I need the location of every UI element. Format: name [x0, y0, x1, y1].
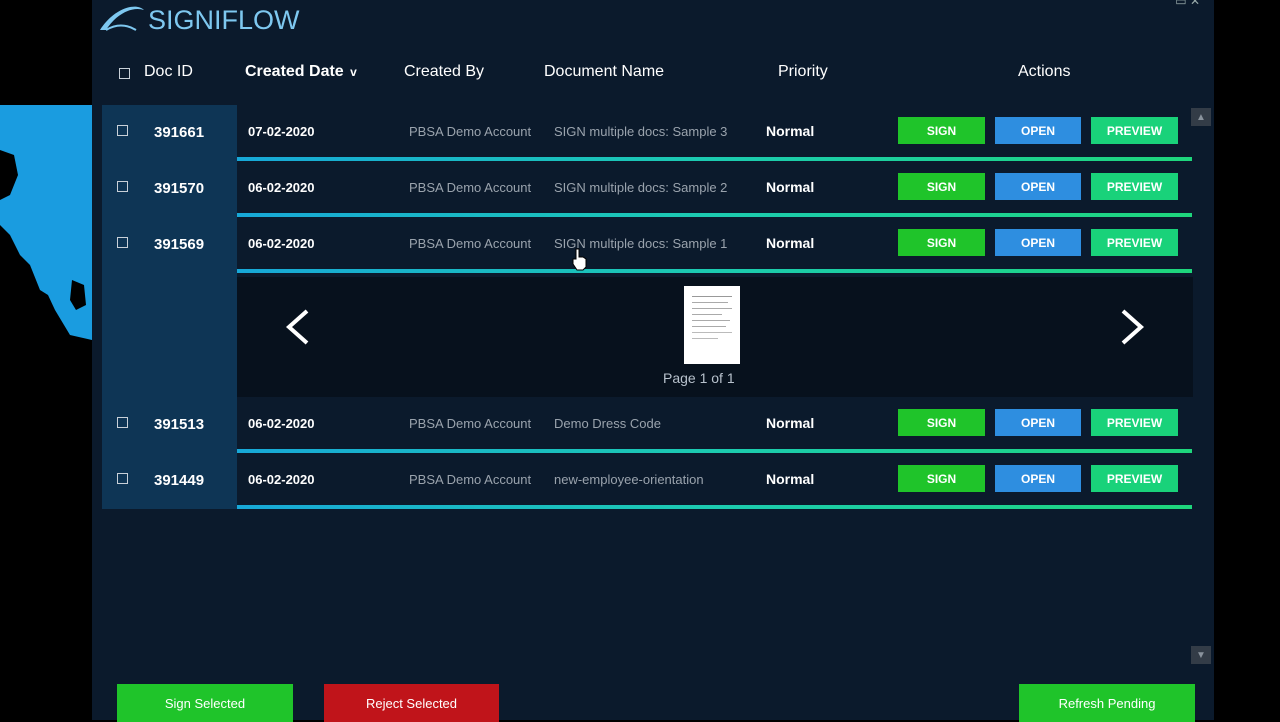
priority: Normal [766, 235, 815, 251]
preview-button[interactable]: PREVIEW [1091, 117, 1178, 144]
page-counter: Page 1 of 1 [663, 370, 735, 386]
row-checkbox[interactable] [117, 181, 128, 192]
created-by: PBSA Demo Account [409, 180, 532, 195]
preview-button[interactable]: PREVIEW [1091, 229, 1178, 256]
logo-text: SIGNIFLOW [148, 4, 300, 35]
open-button[interactable]: OPEN [995, 117, 1081, 144]
created-date: 06-02-2020 [248, 416, 315, 431]
row-separator [237, 505, 1192, 509]
document-name[interactable]: SIGN multiple docs: Sample 2 [554, 180, 727, 195]
header-created-date[interactable]: Created Date v [245, 63, 357, 81]
open-button[interactable]: OPEN [995, 465, 1081, 492]
doc-id: 391661 [154, 124, 205, 141]
chevron-right-icon[interactable] [1111, 307, 1151, 347]
created-date: 07-02-2020 [248, 124, 315, 139]
document-page-image [692, 296, 732, 339]
header-actions: Actions [1018, 63, 1071, 80]
preview-button[interactable]: PREVIEW [1091, 173, 1178, 200]
header-created-by[interactable]: Created By [404, 63, 484, 81]
open-button[interactable]: OPEN [995, 173, 1081, 200]
table-row[interactable]: 391570 06-02-2020 PBSA Demo Account SIGN… [102, 161, 1193, 217]
header-document-name[interactable]: Document Name [544, 63, 664, 81]
created-by: PBSA Demo Account [409, 236, 532, 251]
reject-selected-button[interactable]: Reject Selected [324, 684, 499, 722]
doc-id: 391449 [154, 472, 205, 489]
scroll-up-icon[interactable]: ▲ [1191, 108, 1211, 126]
table-row[interactable]: 391661 07-02-2020 PBSA Demo Account SIGN… [102, 105, 1193, 161]
sign-button[interactable]: SIGN [898, 409, 985, 436]
priority: Normal [766, 123, 815, 139]
scroll-down-icon[interactable]: ▼ [1191, 646, 1211, 664]
sign-selected-button[interactable]: Sign Selected [117, 684, 293, 722]
row-checkbox[interactable] [117, 417, 128, 428]
window-controls[interactable]: ▭ ✕ [1175, 0, 1200, 8]
priority: Normal [766, 179, 815, 195]
doc-id: 391570 [154, 180, 205, 197]
sign-button[interactable]: SIGN [898, 465, 985, 492]
preview-button[interactable]: PREVIEW [1091, 465, 1178, 492]
sign-button[interactable]: SIGN [898, 229, 985, 256]
table-header: Doc ID Created Date v Created By Documen… [102, 55, 1192, 91]
sign-button[interactable]: SIGN [898, 173, 985, 200]
row-checkbox[interactable] [117, 473, 128, 484]
doc-id: 391569 [154, 236, 205, 253]
cursor-icon [572, 248, 587, 271]
header-doc-id[interactable]: Doc ID [144, 63, 193, 81]
created-by: PBSA Demo Account [409, 124, 532, 139]
priority: Normal [766, 471, 815, 487]
doc-id: 391513 [154, 416, 205, 433]
header-priority[interactable]: Priority [778, 63, 828, 81]
document-name[interactable]: Demo Dress Code [554, 416, 661, 431]
document-name[interactable]: new-employee-orientation [554, 472, 704, 487]
row-checkbox[interactable] [117, 125, 128, 136]
created-date: 06-02-2020 [248, 472, 315, 487]
table-row[interactable]: 391449 06-02-2020 PBSA Demo Account new-… [102, 453, 1193, 509]
page-thumbnail[interactable] [684, 286, 740, 364]
created-date: 06-02-2020 [248, 236, 315, 251]
sign-button[interactable]: SIGN [898, 117, 985, 144]
table-row[interactable]: 391513 06-02-2020 PBSA Demo Account Demo… [102, 397, 1193, 453]
documents-table: 391661 07-02-2020 PBSA Demo Account SIGN… [102, 105, 1193, 665]
app-window: SIGNIFLOW ▭ ✕ Doc ID Created Date v Crea… [92, 0, 1214, 722]
preview-button[interactable]: PREVIEW [1091, 409, 1178, 436]
open-button[interactable]: OPEN [995, 409, 1081, 436]
priority: Normal [766, 415, 815, 431]
refresh-pending-button[interactable]: Refresh Pending [1019, 684, 1195, 722]
header-created-date-label[interactable]: Created Date [245, 63, 344, 80]
row-separator [237, 269, 1192, 273]
sort-chevron-icon[interactable]: v [350, 65, 357, 79]
created-by: PBSA Demo Account [409, 416, 532, 431]
document-preview-panel: Page 1 of 1 [237, 277, 1193, 397]
logo: SIGNIFLOW [96, 0, 300, 40]
document-name[interactable]: SIGN multiple docs: Sample 3 [554, 124, 727, 139]
background-map-shape [0, 105, 92, 340]
created-by: PBSA Demo Account [409, 472, 532, 487]
row-checkbox[interactable] [117, 237, 128, 248]
chevron-left-icon[interactable] [279, 307, 319, 347]
select-all-checkbox[interactable] [119, 68, 130, 79]
logo-swoosh-icon [100, 6, 144, 31]
open-button[interactable]: OPEN [995, 229, 1081, 256]
table-row[interactable]: 391569 06-02-2020 PBSA Demo Account SIGN… [102, 217, 1193, 273]
created-date: 06-02-2020 [248, 180, 315, 195]
